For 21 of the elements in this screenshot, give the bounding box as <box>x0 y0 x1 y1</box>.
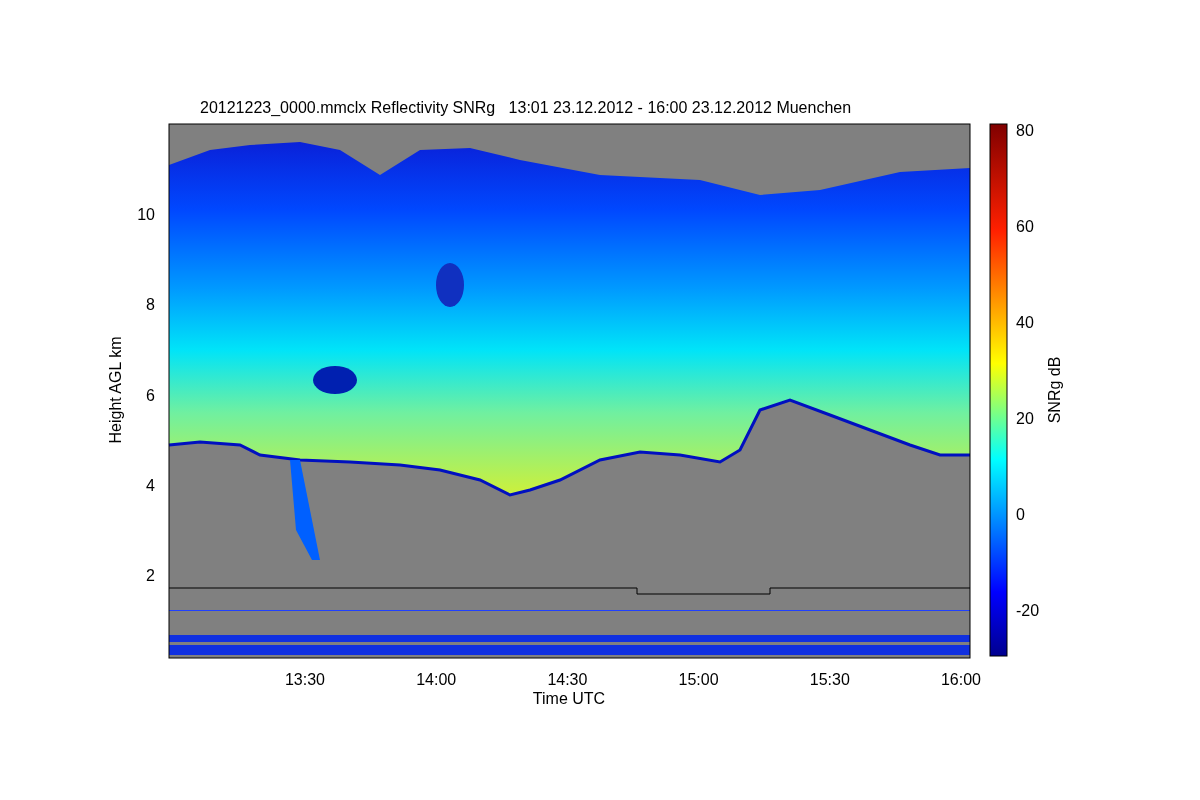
colorbar-tick-label: 0 <box>1016 506 1025 523</box>
x-tick-label: 14:30 <box>547 671 588 688</box>
colorbar-tick-label: 60 <box>1016 218 1034 235</box>
y-tick-label: 4 <box>146 476 155 494</box>
x-tick-label: 15:00 <box>678 671 719 688</box>
x-tick-label: 14:00 <box>416 671 457 688</box>
x-tick-label: 13:30 <box>285 671 325 688</box>
colorbar-label: SNRg dB <box>1046 356 1063 424</box>
colorbar-tick-label: -20 <box>1016 602 1040 619</box>
colorbar-tick-label: 20 <box>1016 410 1034 427</box>
x-axis-label: Time UTC <box>532 690 606 707</box>
y-tick-label: 10 <box>137 206 155 224</box>
x-tick-label: 16:00 <box>941 671 981 688</box>
y-tick-label: 6 <box>146 386 155 404</box>
colorbar-tick-label: 80 <box>1016 122 1034 139</box>
y-tick-label: 2 <box>146 567 155 584</box>
y-tick-label: 8 <box>146 296 155 314</box>
x-tick-label: 15:30 <box>809 671 850 688</box>
chart-title: 20121223_0000.mmclx Reflectivity SNRg 13:01 23.12.2012 - 16:00 23.12.2012 Muenchen <box>199 98 853 118</box>
colorbar-tick-label: 40 <box>1016 314 1034 331</box>
y-axis-label: Height AGL km <box>107 336 124 444</box>
